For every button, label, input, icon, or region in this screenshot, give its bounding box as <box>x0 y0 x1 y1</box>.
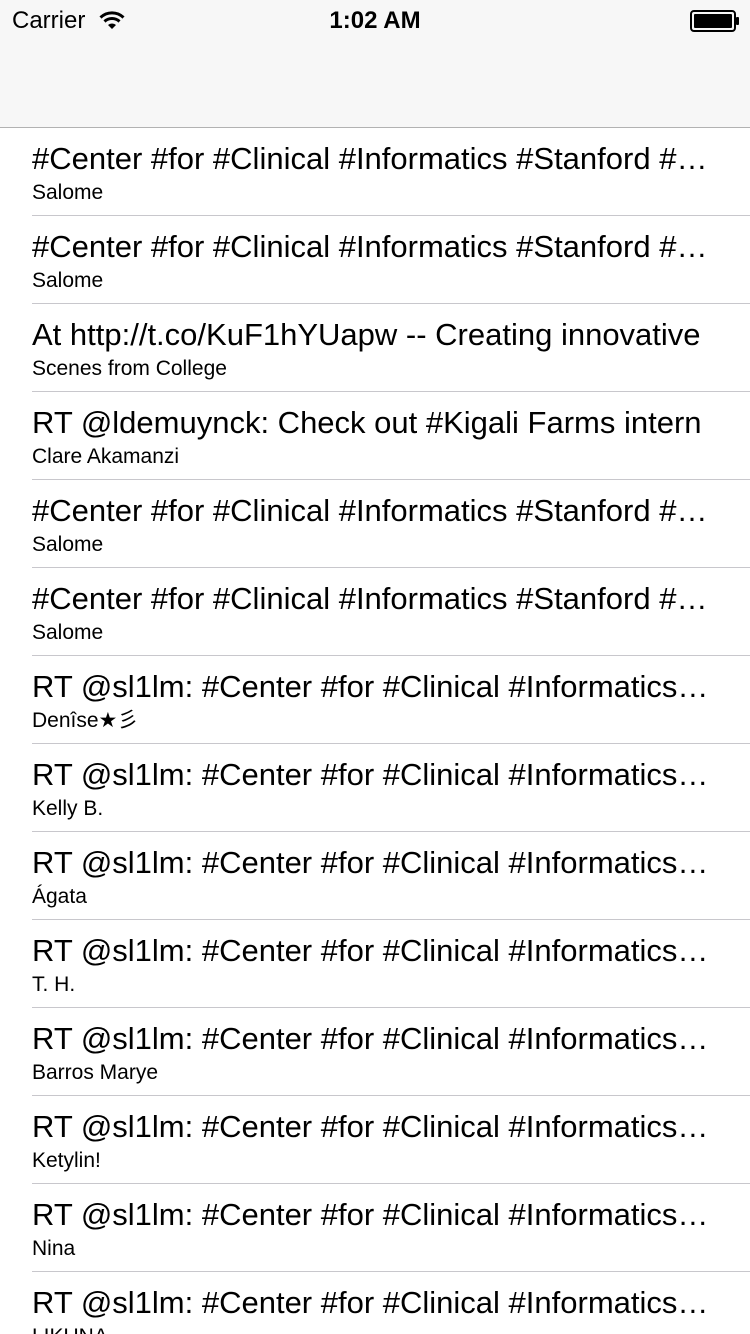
status-time: 1:02 AM <box>329 7 421 34</box>
tweet-text: #Center #for #Clinical #Informatics #Sta… <box>32 229 716 264</box>
tweet-text: RT @sl1lm: #Center #for #Clinical #Infor… <box>32 933 716 968</box>
tweet-row[interactable]: RT @sl1lm: #Center #for #Clinical #Infor… <box>0 1272 750 1334</box>
tweet-text: #Center #for #Clinical #Informatics #Sta… <box>32 493 716 528</box>
tweet-list[interactable]: #Center #for #Clinical #Informatics #Sta… <box>0 128 750 1334</box>
tweet-author: Barros Marye <box>32 1061 159 1084</box>
tweet-author: Kelly B. <box>32 797 104 820</box>
tweet-row[interactable]: RT @sl1lm: #Center #for #Clinical #Infor… <box>0 1184 750 1272</box>
tweet-author: Salome <box>32 269 104 292</box>
tweet-author: Ágata <box>32 885 87 908</box>
tweet-author: Salome <box>32 181 104 204</box>
tweet-author: Ketylin! <box>32 1149 101 1172</box>
tweet-author: Denîse★彡 <box>32 709 139 732</box>
tweet-text: RT @sl1lm: #Center #for #Clinical #Infor… <box>32 845 716 880</box>
tweet-author: Salome <box>32 533 104 556</box>
tweet-author: T. H. <box>32 973 76 996</box>
tweet-author: Nina <box>32 1237 76 1260</box>
tweet-row[interactable]: RT @ldemuynck: Check out #Kigali Farms i… <box>0 392 750 480</box>
tweet-text: RT @sl1lm: #Center #for #Clinical #Infor… <box>32 1021 716 1056</box>
tweet-author: Salome <box>32 621 104 644</box>
tweet-author: Clare Akamanzi <box>32 445 180 468</box>
tweet-row[interactable]: RT @sl1lm: #Center #for #Clinical #Infor… <box>0 656 750 744</box>
battery-icon <box>690 10 740 32</box>
tweet-text: RT @sl1lm: #Center #for #Clinical #Infor… <box>32 669 716 704</box>
tweet-row[interactable]: RT @sl1lm: #Center #for #Clinical #Infor… <box>0 1096 750 1184</box>
tweet-row[interactable]: #Center #for #Clinical #Informatics #Sta… <box>0 216 750 304</box>
tweet-text: RT @sl1lm: #Center #for #Clinical #Infor… <box>32 1109 716 1144</box>
tweet-row[interactable]: RT @sl1lm: #Center #for #Clinical #Infor… <box>0 832 750 920</box>
tweet-row[interactable]: #Center #for #Clinical #Informatics #Sta… <box>0 480 750 568</box>
status-bar: Carrier 1:02 AM <box>0 0 750 40</box>
tweet-author: Scenes from College <box>32 357 227 380</box>
tweet-text: #Center #for #Clinical #Informatics #Sta… <box>32 141 716 176</box>
tweet-text: #Center #for #Clinical #Informatics #Sta… <box>32 581 716 616</box>
tweet-row[interactable]: RT @sl1lm: #Center #for #Clinical #Infor… <box>0 744 750 832</box>
tweet-row[interactable]: RT @sl1lm: #Center #for #Clinical #Infor… <box>0 1008 750 1096</box>
tweet-row[interactable]: #Center #for #Clinical #Informatics #Sta… <box>0 128 750 216</box>
tweet-text: At http://t.co/KuF1hYUapw -- Creating in… <box>32 317 701 352</box>
tweet-text: RT @sl1lm: #Center #for #Clinical #Infor… <box>32 1285 716 1320</box>
tweet-row[interactable]: At http://t.co/KuF1hYUapw -- Creating in… <box>0 304 750 392</box>
tweet-text: RT @sl1lm: #Center #for #Clinical #Infor… <box>32 1197 716 1232</box>
tweet-text: RT @sl1lm: #Center #for #Clinical #Infor… <box>32 757 716 792</box>
tweet-row[interactable]: #Center #for #Clinical #Informatics #Sta… <box>0 568 750 656</box>
navigation-bar: Carrier 1:02 AM <box>0 0 750 128</box>
tweet-row[interactable]: RT @sl1lm: #Center #for #Clinical #Infor… <box>0 920 750 1008</box>
tweet-author: LIKUNA <box>32 1324 716 1334</box>
tweet-text: RT @ldemuynck: Check out #Kigali Farms i… <box>32 405 702 440</box>
